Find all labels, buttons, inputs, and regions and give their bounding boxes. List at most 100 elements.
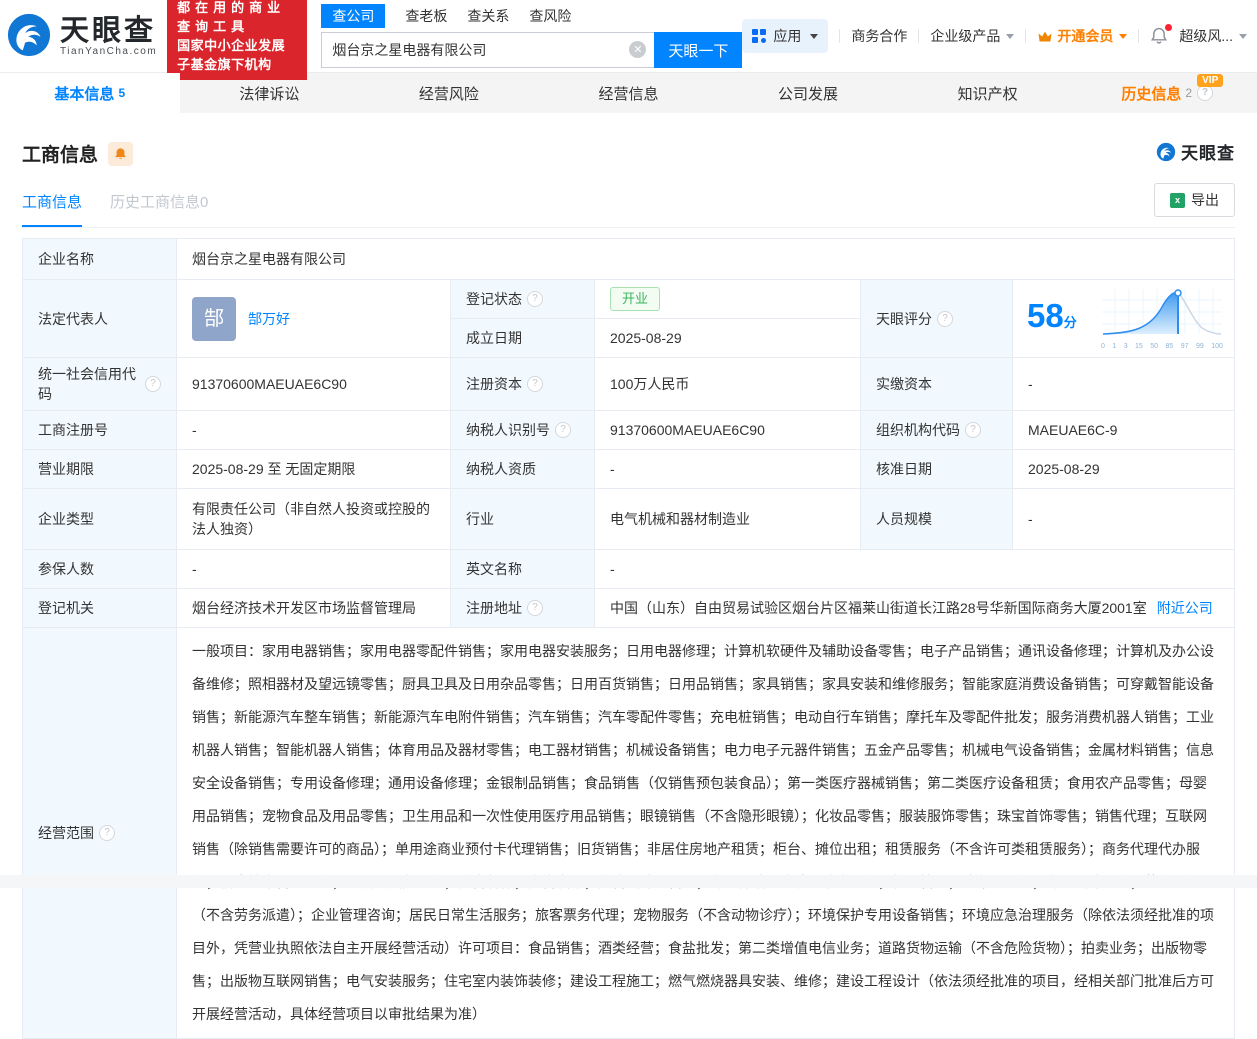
help-icon[interactable]: ? [527, 291, 543, 307]
divider [1138, 29, 1140, 43]
logo-title: 天眼查 [60, 14, 157, 47]
field-value-english-name: - [595, 550, 1234, 589]
field-label-paid-capital: 实缴资本 [861, 358, 1013, 411]
tab-intellectual-property[interactable]: 知识产权 [898, 73, 1078, 113]
help-icon[interactable]: ? [965, 422, 981, 438]
bell-icon [115, 147, 126, 159]
help-icon[interactable]: ? [145, 376, 161, 392]
top-nav: 应用 商务合作 企业级产品 开通会员 超级风... [742, 19, 1247, 53]
field-value-reg-authority: 烟台经济技术开发区市场监督管理局 [177, 589, 451, 628]
tab-company-development[interactable]: 公司发展 [718, 73, 898, 113]
export-label: 导出 [1191, 192, 1219, 208]
top-header: 天眼查 TianYanCha.com 都在用的商业查询工具 国家中小企业发展子基… [0, 0, 1257, 80]
help-icon[interactable]: ? [527, 376, 543, 392]
table-row: 经营范围? 一般项目：家用电器销售；家用电器零配件销售；家用电器安装服务；日用电… [23, 628, 1234, 1038]
nearby-companies-link[interactable]: 附近公司 [1157, 598, 1213, 618]
tab-legal[interactable]: 法律诉讼 [180, 73, 360, 113]
tianyancha-swirl-icon [1156, 142, 1176, 161]
field-value-business-scope: 一般项目：家用电器销售；家用电器零配件销售；家用电器安装服务；日用电器修理；计算… [192, 643, 1214, 1022]
tab-basic-info[interactable]: 基本信息 5 [0, 73, 180, 113]
help-icon[interactable]: ? [555, 422, 571, 438]
score-label: 天眼评分 [876, 310, 932, 327]
company-tab-bar: 基本信息 5 法律诉讼 经营风险 经营信息 公司发展 知识产权 VIP 历史信息… [0, 72, 1257, 113]
table-row: 企业类型 有限责任公司（非自然人投资或控股的法人独资） 行业 电气机械和器材制造… [23, 489, 1234, 550]
search-tab-relation[interactable]: 查关系 [467, 6, 509, 26]
slogan-line1: 都在用的商业查询工具 [177, 0, 286, 34]
field-label-english-name: 英文名称 [451, 550, 595, 589]
notifications-bell[interactable] [1150, 24, 1173, 45]
field-label-credit-code: 统一社会信用代码? [23, 358, 177, 411]
chevron-down-icon [1119, 33, 1128, 39]
field-label-company-type: 企业类型 [23, 489, 177, 550]
search-tab-risk[interactable]: 查风险 [529, 6, 571, 26]
open-vip-link[interactable]: 开通会员 [1037, 26, 1128, 46]
field-value-legal-rep: 郜 郜万好 [177, 280, 451, 358]
enterprise-label: 企业级产品 [930, 28, 1001, 44]
search-button[interactable]: 天眼一下 [654, 32, 743, 68]
field-value-taxpayer-quality: - [595, 450, 861, 489]
brand-slogan: 都在用的商业查询工具 国家中小企业发展子基金旗下机构 [167, 0, 308, 80]
tab-history-info[interactable]: VIP 历史信息 2 ? [1077, 73, 1257, 113]
field-label-reg-capital: 注册资本? [451, 358, 595, 411]
watermark-text: 天眼查 [1181, 144, 1235, 163]
legal-rep-avatar[interactable]: 郜 [192, 296, 236, 341]
logo-domain: TianYanCha.com [60, 45, 158, 57]
field-value-staff-size: - [1013, 489, 1234, 550]
field-label-staff-size: 人员规模 [861, 489, 1013, 550]
status-badge: 开业 [610, 287, 661, 311]
field-label-industry: 行业 [451, 489, 595, 550]
section-title: 工商信息 [22, 145, 99, 166]
tab-basic-count: 5 [118, 86, 126, 100]
tianyancha-logo[interactable]: 天眼查 TianYanCha.com [6, 12, 157, 61]
subtab-business-info[interactable]: 工商信息 [22, 191, 83, 227]
table-row: 工商注册号 - 纳税人识别号? 91370600MAEUAE6C90 组织机构代… [23, 411, 1234, 450]
subtab-history-business-info[interactable]: 历史工商信息0 [110, 191, 208, 227]
field-label-business-term: 营业期限 [23, 450, 177, 489]
field-value-reg-number: - [177, 411, 451, 450]
field-label-insured-count: 参保人数 [23, 550, 177, 589]
monitor-bell-button[interactable] [108, 141, 134, 166]
field-label-approval-date: 核准日期 [861, 450, 1013, 489]
search-input[interactable] [321, 32, 655, 68]
table-row: 营业期限 2025-08-29 至 无固定期限 纳税人资质 - 核准日期 202… [23, 450, 1234, 489]
field-label-business-scope: 经营范围? [23, 628, 177, 1038]
vip-label: 开通会员 [1057, 28, 1114, 44]
crown-icon [1038, 31, 1052, 42]
help-icon[interactable]: ? [99, 825, 115, 841]
tab-operating-risk[interactable]: 经营风险 [359, 73, 539, 113]
apps-label: 应用 [773, 28, 802, 44]
divider [918, 29, 920, 43]
nav-enterprise-products[interactable]: 企业级产品 [930, 26, 1015, 46]
main-content: 工商信息 天眼查 工商信息 历史工商信息0 x 导出 企业名称 烟台京之星电器有… [0, 113, 1257, 1039]
notification-dot [1165, 24, 1173, 31]
field-label-score: 天眼评分 ? [861, 280, 1013, 358]
field-value-score: 58分 0 1 3 15 50 85 97 99 100 [1013, 280, 1234, 358]
legal-rep-name-link[interactable]: 郜万好 [248, 309, 290, 329]
field-label-reg-address: 注册地址? [451, 589, 595, 628]
nav-super-risk[interactable]: 超级风... [1179, 26, 1247, 46]
search-tab-boss[interactable]: 查老板 [405, 6, 447, 26]
score-unit: 分 [1063, 314, 1077, 330]
field-value-paid-capital: - [1013, 358, 1234, 411]
tab-operating-info[interactable]: 经营信息 [539, 73, 719, 113]
nav-cooperation[interactable]: 商务合作 [851, 26, 907, 46]
search-tab-company[interactable]: 查公司 [321, 4, 386, 28]
page-bottom-strip [0, 875, 1257, 888]
table-row: 统一社会信用代码? 91370600MAEUAE6C90 注册资本? 100万人… [23, 358, 1234, 411]
export-button[interactable]: x 导出 [1154, 183, 1235, 217]
field-label-company-name: 企业名称 [23, 239, 177, 280]
slogan-line2: 国家中小企业发展子基金旗下机构 [177, 38, 286, 72]
help-icon[interactable]: ? [527, 600, 543, 616]
apps-menu[interactable]: 应用 [742, 19, 829, 53]
score-number: 58分 [1027, 299, 1077, 339]
super-risk-label: 超级风... [1179, 28, 1233, 44]
field-value-company-type: 有限责任公司（非自然人投资或控股的法人独资） [177, 489, 451, 550]
field-value-approval-date: 2025-08-29 [1013, 450, 1234, 489]
search-box: 查公司 查老板 查关系 查风险 ✕ 天眼一下 [321, 4, 743, 68]
help-icon[interactable]: ? [1197, 85, 1214, 101]
help-icon[interactable]: ? [937, 310, 953, 327]
field-label-reg-status: 登记状态 ? [451, 280, 595, 319]
tab-history-label: 历史信息 [1121, 85, 1182, 103]
reg-status-label: 登记状态 [466, 291, 522, 307]
reg-address-text: 中国（山东）自由贸易试验区烟台片区福莱山街道长江路28号华新国际商务大厦2001… [610, 600, 1147, 616]
